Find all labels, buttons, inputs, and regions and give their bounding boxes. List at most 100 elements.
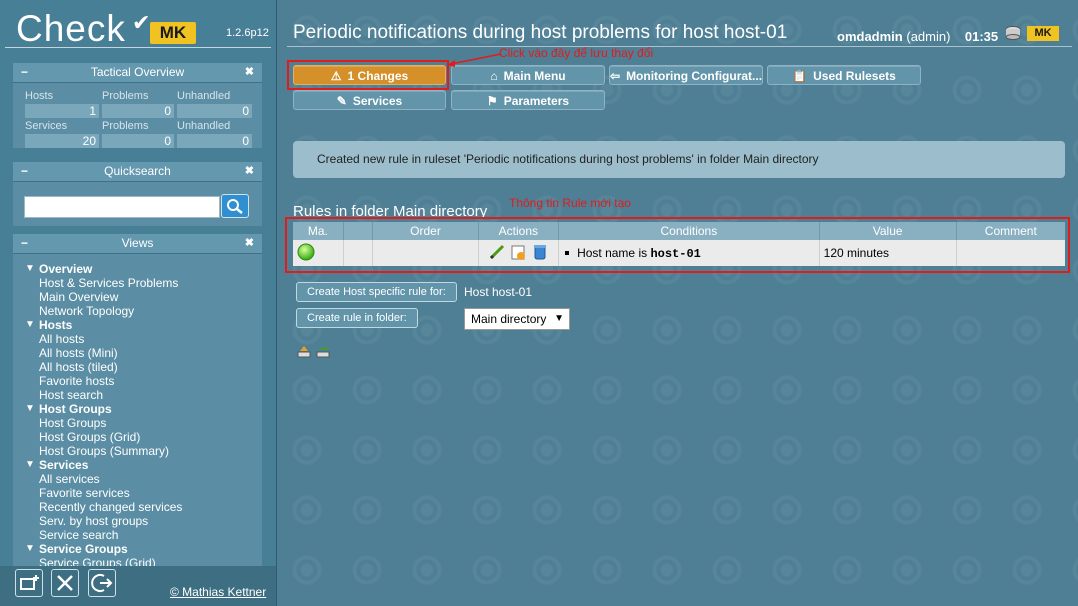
import-icon[interactable] bbox=[297, 346, 311, 358]
views-link[interactable]: Host Groups bbox=[25, 416, 260, 430]
hosts-problems[interactable]: 0 bbox=[102, 104, 174, 118]
close-icon[interactable]: ✖ bbox=[245, 234, 254, 253]
views-snapin: − Views ✖ ▼ Overview Host & Services Prob… bbox=[13, 234, 262, 566]
sidebar: Check ✔ MK 1.2.6p12 − Tactical Overview … bbox=[0, 0, 277, 606]
services-count[interactable]: 20 bbox=[25, 134, 99, 148]
search-icon bbox=[227, 199, 243, 214]
services-button[interactable]: ✎ Services bbox=[293, 90, 446, 110]
views-link[interactable]: Host & Services Problems bbox=[25, 276, 260, 290]
col-label: Unhandled bbox=[177, 90, 231, 102]
add-snapin-button[interactable] bbox=[15, 569, 43, 597]
sidebar-footer: © Mathias Kettner bbox=[0, 566, 276, 606]
annotation-arrow-icon bbox=[447, 53, 502, 67]
success-message: Created new rule in ruleset 'Periodic no… bbox=[293, 141, 1065, 178]
create-host-rule-button[interactable]: Create Host specific rule for: bbox=[296, 282, 457, 302]
folder-select-value: Main directory bbox=[471, 312, 547, 326]
triangle-down-icon: ▼ bbox=[25, 459, 35, 470]
col-label: Unhandled bbox=[177, 120, 231, 132]
views-link[interactable]: Host search bbox=[25, 388, 260, 402]
user-role: (admin) bbox=[906, 29, 951, 44]
wato-button[interactable] bbox=[51, 569, 79, 597]
mk-logo[interactable]: MK bbox=[1027, 26, 1059, 41]
snapin-title: Quicksearch bbox=[104, 164, 171, 178]
logout-button[interactable] bbox=[88, 569, 116, 597]
parameters-icon: ⚑ bbox=[486, 94, 498, 108]
snapin-header[interactable]: − Tactical Overview ✖ bbox=[13, 63, 262, 83]
views-link[interactable]: Favorite services bbox=[25, 486, 260, 500]
views-group[interactable]: ▼ Services bbox=[25, 458, 260, 472]
minimize-icon[interactable]: − bbox=[21, 162, 28, 181]
col-label: Problems bbox=[102, 120, 149, 132]
clock: 01:35 bbox=[964, 29, 999, 44]
mk-logo: MK bbox=[150, 22, 196, 44]
views-link[interactable]: Network Topology bbox=[25, 304, 260, 318]
triangle-down-icon: ▼ bbox=[25, 319, 35, 330]
triangle-down-icon: ▼ bbox=[25, 263, 35, 274]
hosts-unhandled[interactable]: 0 bbox=[177, 104, 252, 118]
folder-select[interactable]: Main directory ▼ bbox=[464, 308, 570, 330]
views-link[interactable]: Host Groups (Grid) bbox=[25, 430, 260, 444]
services-unhandled[interactable]: 0 bbox=[177, 134, 252, 148]
annotation-box bbox=[287, 60, 449, 90]
tools-icon bbox=[57, 575, 73, 591]
dropdown-arrow-icon: ▼ bbox=[554, 313, 564, 324]
parameters-button[interactable]: ⚑ Parameters bbox=[451, 90, 605, 110]
close-icon[interactable]: ✖ bbox=[245, 162, 254, 181]
tactical-services-row: 20 0 0 bbox=[13, 134, 262, 149]
snapin-header[interactable]: − Views ✖ bbox=[13, 234, 262, 254]
checkmark-icon: ✔ bbox=[132, 10, 151, 35]
host-label: Host host-01 bbox=[464, 285, 533, 299]
triangle-down-icon: ▼ bbox=[25, 403, 35, 414]
views-link[interactable]: All services bbox=[25, 472, 260, 486]
col-label: Services bbox=[25, 120, 68, 132]
tactical-hosts-row: 1 0 0 bbox=[13, 104, 262, 119]
services-problems[interactable]: 0 bbox=[102, 134, 174, 148]
annotation-click-here: Click vào đây để lưu thay đổi bbox=[499, 46, 654, 60]
views-link[interactable]: Serv. by host groups bbox=[25, 514, 260, 528]
used-rulesets-button[interactable]: 📋 Used Rulesets bbox=[767, 65, 921, 85]
triangle-down-icon: ▼ bbox=[25, 543, 35, 554]
views-link[interactable]: All hosts bbox=[25, 332, 260, 346]
username[interactable]: omdadmin bbox=[837, 29, 903, 44]
views-link[interactable]: Favorite hosts bbox=[25, 374, 260, 388]
search-button[interactable] bbox=[221, 194, 249, 218]
user-info: omdadmin (admin) 01:35 bbox=[837, 29, 998, 44]
views-link[interactable]: Recently changed services bbox=[25, 500, 260, 514]
quicksearch-input[interactable] bbox=[24, 196, 220, 218]
annotation-rule-info: Thông tin Rule mới tạo bbox=[509, 196, 631, 210]
snapin-title: Views bbox=[121, 236, 154, 250]
views-link[interactable]: Main Overview bbox=[25, 290, 260, 304]
logo[interactable]: Check ✔ MK 1.2.6p12 bbox=[0, 0, 276, 60]
views-group[interactable]: ▼ Hosts bbox=[25, 318, 260, 332]
divider bbox=[287, 46, 1072, 47]
close-icon[interactable]: ✖ bbox=[245, 63, 254, 82]
add-snapin-icon bbox=[20, 575, 39, 590]
minimize-icon[interactable]: − bbox=[21, 234, 28, 253]
minimize-icon[interactable]: − bbox=[21, 63, 28, 82]
views-group[interactable]: ▼ Service Groups bbox=[25, 542, 260, 556]
services-icon: ✎ bbox=[336, 94, 347, 108]
views-list: ▼ Overview Host & Services Problems Main … bbox=[25, 262, 260, 566]
logo-text: Check bbox=[16, 8, 126, 49]
database-icon[interactable] bbox=[1005, 26, 1021, 40]
hosts-count[interactable]: 1 bbox=[25, 104, 99, 118]
views-link[interactable]: Host Groups (Summary) bbox=[25, 444, 260, 458]
copyright-link[interactable]: © Mathias Kettner bbox=[170, 585, 266, 599]
snapin-title: Tactical Overview bbox=[90, 65, 185, 79]
main-content: Periodic notifications during host probl… bbox=[277, 0, 1078, 606]
views-link[interactable]: All hosts (tiled) bbox=[25, 360, 260, 374]
page-title: Periodic notifications during host probl… bbox=[293, 22, 788, 43]
divider bbox=[5, 47, 271, 48]
create-folder-rule-button[interactable]: Create rule in folder: bbox=[296, 308, 418, 328]
snapin-header[interactable]: − Quicksearch ✖ bbox=[13, 162, 262, 182]
export-icon[interactable] bbox=[316, 346, 330, 358]
back-arrow-icon: ⇦ bbox=[610, 69, 621, 83]
tactical-header-row: Services Problems Unhandled bbox=[13, 119, 262, 134]
version-label: 1.2.6p12 bbox=[226, 27, 269, 39]
views-group[interactable]: ▼ Host Groups bbox=[25, 402, 260, 416]
views-group[interactable]: ▼ Overview bbox=[25, 262, 260, 276]
views-link[interactable]: Service search bbox=[25, 528, 260, 542]
views-link[interactable]: All hosts (Mini) bbox=[25, 346, 260, 360]
monitoring-configuration-button[interactable]: ⇦ Monitoring Configurat... bbox=[609, 65, 763, 85]
views-link[interactable]: Service Groups (Grid) bbox=[25, 556, 260, 566]
